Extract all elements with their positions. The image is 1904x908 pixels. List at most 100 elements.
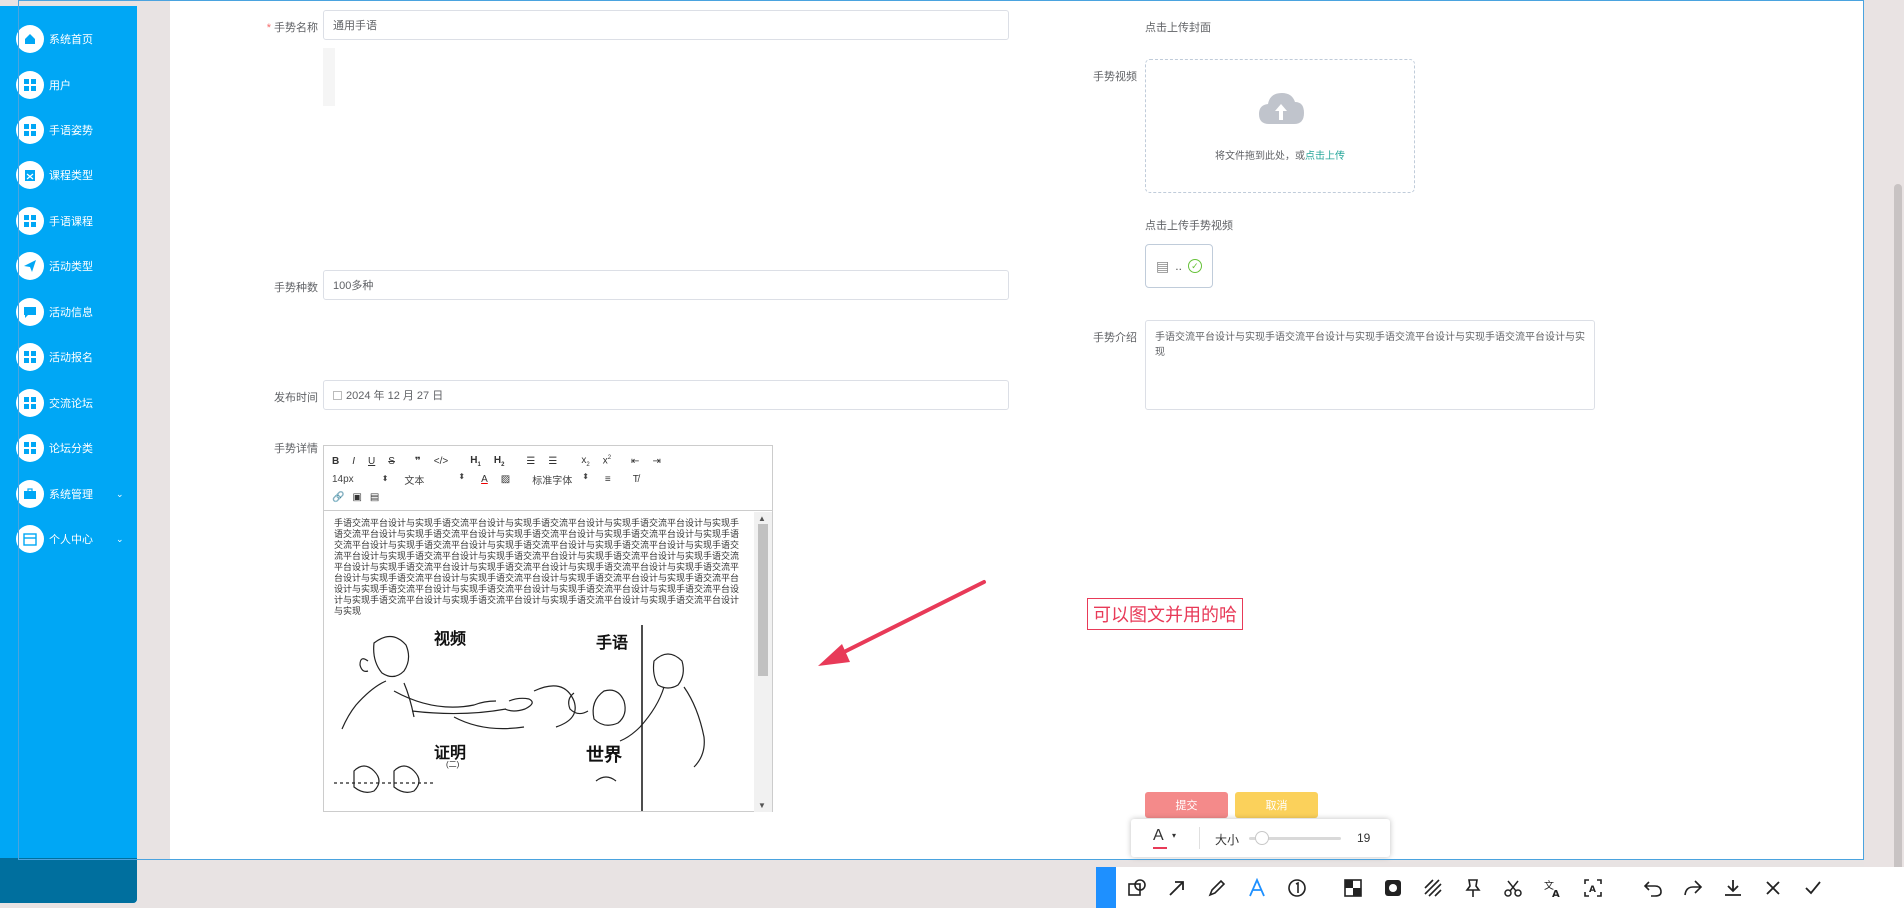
scroll-down-icon[interactable]: ▼	[758, 801, 766, 810]
share-icon[interactable]	[1682, 877, 1704, 899]
italic-button[interactable]: I	[352, 456, 355, 467]
upload-link[interactable]: 点击上传	[1305, 151, 1345, 162]
screenshot-toolbar: 文A A	[1096, 867, 1904, 908]
arrow-tool-icon[interactable]	[1166, 877, 1188, 899]
sidebar-item-4[interactable]: 课程类型	[16, 158, 93, 192]
sidebar-item-10[interactable]: 论坛分类	[16, 431, 93, 465]
submit-button[interactable]: 提交	[1145, 792, 1228, 818]
sidebar-item-label: 课程类型	[49, 170, 93, 182]
size-slider-handle[interactable]	[1255, 831, 1269, 845]
clear-format-icon[interactable]: T̸	[633, 474, 639, 485]
sidebar-item-2[interactable]: 用户	[16, 68, 71, 102]
size-value: 19	[1357, 831, 1371, 845]
ordered-list-icon[interactable]: ☰	[526, 456, 535, 467]
close-icon[interactable]	[1762, 877, 1784, 899]
clipboard-icon	[16, 161, 44, 189]
link-icon[interactable]: 🔗	[332, 492, 344, 503]
image-icon[interactable]: ▣	[352, 492, 361, 503]
underline-button[interactable]: U	[368, 456, 375, 467]
sign-language-illustration: 视频 手语 证明 (二) 世界	[334, 621, 734, 811]
text-tool-icon[interactable]	[1246, 877, 1268, 899]
image-word-world: 世界	[586, 745, 622, 766]
editor-text: 手语交流平台设计与实现手语交流平台设计与实现手语交流平台设计与实现手语交流平台设…	[334, 518, 740, 616]
bold-button[interactable]: B	[332, 456, 339, 467]
sidebar-item-5[interactable]: 手语课程	[16, 204, 93, 238]
ocr-icon[interactable]: A	[1582, 877, 1604, 899]
video-upload-dropzone[interactable]: 将文件拖到此处，或点击上传	[1145, 59, 1415, 193]
briefcase-icon	[16, 480, 44, 508]
font-family-select[interactable]: 标准字体 ⬍	[532, 472, 589, 487]
editor-scroll-thumb[interactable]	[758, 524, 768, 676]
font-size-select[interactable]: 14px ⬍	[332, 474, 388, 485]
image-subtitle: (二)	[446, 760, 460, 769]
calendar-icon	[333, 390, 342, 400]
svg-text:A: A	[1552, 889, 1560, 898]
sidebar-item-1[interactable]: 系统首页	[16, 22, 93, 56]
confirm-icon[interactable]	[1802, 877, 1824, 899]
cancel-button[interactable]: 取消	[1235, 792, 1318, 818]
sidebar-item-7[interactable]: 活动信息	[16, 295, 93, 329]
home-icon	[16, 25, 44, 53]
h1-button[interactable]: H1	[470, 455, 481, 468]
number-tool-icon[interactable]	[1286, 877, 1308, 899]
hatch-tool-icon[interactable]	[1422, 877, 1444, 899]
bullet-list-icon[interactable]: ☰	[548, 456, 557, 467]
video-hint: 点击上传手势视频	[1145, 220, 1233, 232]
align-icon[interactable]: ≡	[605, 474, 611, 485]
editor-body[interactable]: 手语交流平台设计与实现手语交流平台设计与实现手语交流平台设计与实现手语交流平台设…	[324, 512, 754, 812]
text-style-select[interactable]: 文本 ⬍	[404, 472, 465, 487]
indent-icon[interactable]: ⇥	[652, 456, 660, 467]
pin-icon[interactable]	[1462, 877, 1484, 899]
grid-icon	[16, 207, 44, 235]
code-button[interactable]: </>	[434, 456, 448, 467]
sidebar-item-12[interactable]: 个人中心 ⌄	[16, 522, 124, 556]
count-label: 手势种数	[274, 282, 318, 294]
scissors-icon[interactable]	[1502, 877, 1524, 899]
name-input[interactable]: 通用手语	[323, 10, 1009, 40]
image-word-video: 视频	[434, 629, 467, 648]
grid-icon	[16, 116, 44, 144]
subscript-button[interactable]: x2	[581, 455, 589, 468]
quote-button[interactable]: ❞	[415, 456, 421, 467]
download-icon[interactable]	[1722, 877, 1744, 899]
h2-button[interactable]: H2	[494, 455, 505, 468]
chevron-down-icon[interactable]: ▾	[1172, 831, 1176, 840]
translate-icon[interactable]: 文A	[1542, 877, 1564, 899]
font-color-icon[interactable]: A	[481, 474, 488, 485]
text-color-icon[interactable]: A	[1153, 827, 1164, 845]
sidebar-item-11[interactable]: 系统管理 ⌄	[16, 477, 124, 511]
sidebar-item-6[interactable]: 活动类型	[16, 249, 93, 283]
editor-scrollbar[interactable]: ▲ ▼	[754, 512, 772, 812]
count-input[interactable]: 100多种	[323, 270, 1009, 300]
blur-tool-icon[interactable]	[1382, 877, 1404, 899]
mosaic-tool-icon[interactable]	[1342, 877, 1364, 899]
sidebar-item-label: 论坛分类	[49, 443, 93, 455]
sidebar-item-9[interactable]: 交流论坛	[16, 386, 93, 420]
date-picker[interactable]: 2024 年 12 月 27 日	[323, 380, 1009, 410]
detail-label: 手势详情	[274, 443, 318, 455]
annotation-arrow[interactable]	[812, 578, 992, 668]
strike-button[interactable]: S	[388, 456, 395, 467]
svg-text:A: A	[1589, 885, 1596, 895]
page-scrollbar[interactable]	[1894, 184, 1902, 874]
scroll-up-icon[interactable]: ▲	[758, 514, 766, 523]
uploaded-file[interactable]: ▤ .. ✓	[1145, 244, 1213, 288]
cloud-upload-icon	[1259, 93, 1304, 124]
sidebar-item-8[interactable]: 活动报名	[16, 340, 93, 374]
intro-textarea[interactable]: 手语交流平台设计与实现手语交流平台设计与实现手语交流平台设计与实现手语交流平台设…	[1145, 320, 1595, 410]
outdent-icon[interactable]: ⇤	[631, 456, 639, 467]
undo-icon[interactable]	[1642, 877, 1664, 899]
pen-tool-icon[interactable]	[1206, 877, 1228, 899]
shape-tool-icon[interactable]	[1126, 877, 1148, 899]
superscript-button[interactable]: x2	[603, 455, 611, 466]
video-icon[interactable]: ▤	[370, 492, 379, 503]
sidebar-item-label: 用户	[49, 80, 71, 92]
background-color-icon[interactable]: ▨	[501, 474, 510, 485]
sidebar-item-label: 交流论坛	[49, 398, 93, 410]
check-circle-icon: ✓	[1187, 259, 1202, 273]
video-label: 手势视频	[1093, 71, 1137, 83]
rich-text-editor[interactable]: B I U S ❞ </> H1 H2 ☰ ☰ x2 x2 ⇤ ⇥ 14px ⬍ …	[323, 445, 773, 812]
annotation-text[interactable]: 可以图文并用的哈	[1087, 598, 1243, 630]
sidebar-item-3[interactable]: 手语姿势	[16, 113, 93, 147]
sidebar-bottom	[0, 858, 137, 903]
